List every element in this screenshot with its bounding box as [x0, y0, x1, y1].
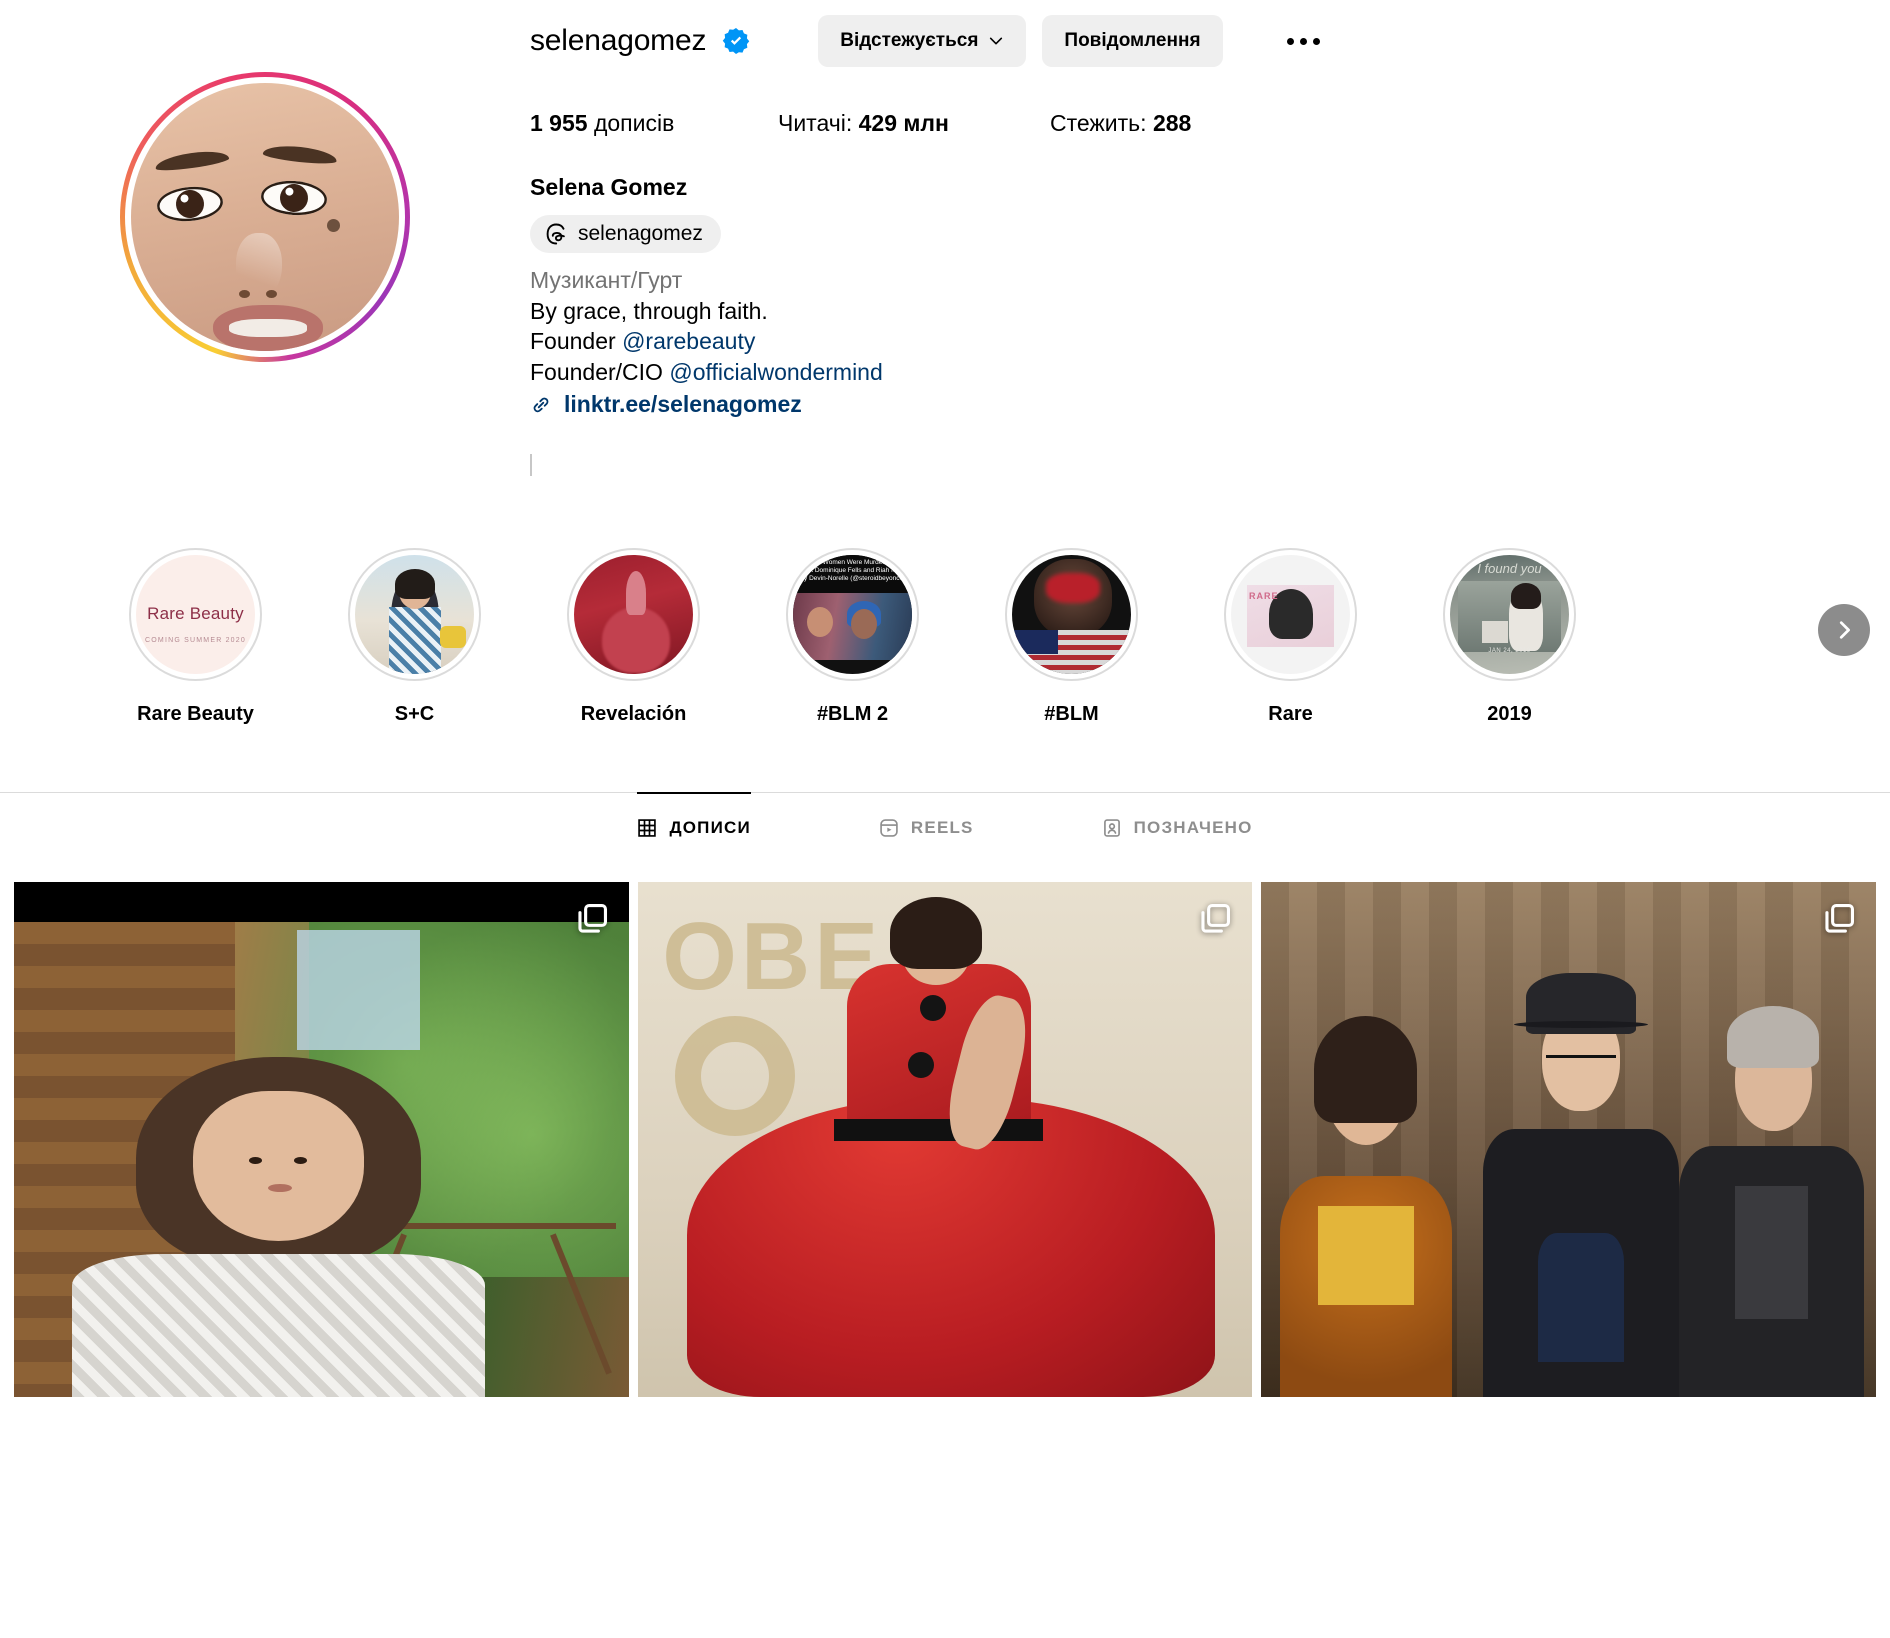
profile-avatar-story-ring[interactable] [120, 72, 410, 362]
highlight-thumb-caption: Rare Beauty [147, 604, 244, 624]
full-name: Selena Gomez [530, 174, 688, 200]
highlight-label: Rare [1268, 702, 1313, 725]
blm2-photo: 4 Trans Women Were Murdered This Week Do… [793, 554, 912, 674]
following-button-label: Відстежується [840, 30, 979, 51]
bio: Музикант/Гурт By grace, through faith. F… [530, 265, 1890, 420]
post-red-dress[interactable]: OBE [637, 881, 1253, 1397]
carousel-icon [1825, 903, 1855, 933]
highlight-blm-2[interactable]: 4 Trans Women Were Murdered This Week Do… [743, 547, 962, 726]
2019-photo: I found you JAN 24, 2019 [1450, 554, 1569, 674]
profile-tabs-container: ДОПИСИ REELS ПОЗНАЧЕНО [0, 791, 1890, 860]
tagged-person-icon [1103, 819, 1120, 837]
highlight-thumb-word: RARE [1249, 590, 1279, 601]
following-count: 288 [1152, 110, 1192, 136]
bio-line-3: Founder/CIO @officialwondermind [530, 357, 1890, 388]
bio-line-3-prefix: Founder/CIO [530, 358, 670, 385]
highlights-next-button[interactable] [1818, 603, 1870, 656]
highlight-ring: Rare Beauty COMING SUMMER 2020 [129, 547, 262, 681]
instagram-profile-page: selenagomez Відстежується Повідомлення 1… [0, 0, 1890, 1638]
tab-reels[interactable]: REELS [879, 792, 974, 860]
highlight-label: S+C [394, 702, 435, 725]
more-options-icon[interactable] [1277, 28, 1330, 55]
highlight-label: Revelación [580, 702, 687, 725]
posts-grid: OBE [0, 881, 1890, 1397]
highlight-overlay-text: 4 Trans Women Were Murdered This Week Do… [793, 554, 912, 595]
chevron-right-icon [1839, 621, 1850, 639]
profile-info: selenagomez Відстежується Повідомлення 1… [530, 0, 1890, 476]
followers-count: 429 млн [858, 110, 949, 136]
bio-line-2-prefix: Founder [530, 328, 623, 355]
tab-posts-label: ДОПИСИ [669, 817, 751, 837]
threads-icon [546, 223, 565, 245]
message-button-label: Повідомлення [1064, 30, 1201, 51]
post-cabin-selfie[interactable] [14, 881, 629, 1397]
highlight-ring: RARE [1224, 547, 1357, 681]
avatar-column [0, 0, 530, 476]
followers-label: Читачі: [778, 110, 853, 136]
text-cursor [530, 453, 532, 476]
highlight-thumb-date: JAN 24, 2019 [1488, 647, 1531, 654]
reels-icon [880, 819, 898, 837]
following-button[interactable]: Відстежується [818, 15, 1027, 67]
post-three-people[interactable] [1261, 881, 1877, 1397]
bio-mention-wondermind[interactable]: @officialwondermind [669, 359, 882, 385]
posts-label: дописів [593, 110, 675, 136]
followers-stat[interactable]: Читачі: 429 млн [778, 110, 1050, 137]
tab-reels-label: REELS [910, 817, 974, 837]
highlight-2019[interactable]: I found you JAN 24, 2019 2019 [1400, 547, 1619, 726]
link-chain-icon [533, 397, 549, 412]
highlight-label: #BLM 2 [816, 702, 889, 725]
bio-mention-rarebeauty[interactable]: @rarebeauty [622, 328, 755, 354]
grid-icon [638, 819, 657, 837]
carousel-icon [578, 903, 607, 933]
blm-flag-photo [1012, 554, 1131, 674]
highlight-revelacion[interactable]: Revelación [524, 547, 743, 726]
message-button[interactable]: Повідомлення [1042, 15, 1223, 67]
highlight-ring: 4 Trans Women Were Murdered This Week Do… [786, 547, 919, 681]
external-link-row[interactable]: linktr.ee/selenagomez [530, 389, 1890, 420]
selena-kitchen-photo [355, 554, 474, 674]
stats-row: 1 955 дописів Читачі: 429 млн Стежить: 2… [530, 110, 1890, 137]
highlight-thumb-script: I found you [1477, 560, 1542, 576]
username-row: selenagomez Відстежується Повідомлення [530, 10, 1890, 72]
threads-badge[interactable]: selenagomez [530, 215, 721, 253]
highlight-ring [1005, 547, 1138, 681]
tab-tagged-label: ПОЗНАЧЕНО [1133, 817, 1253, 837]
chevron-down-icon [990, 37, 1003, 45]
bio-line-1: By grace, through faith. [530, 297, 768, 324]
threads-handle: selenagomez [578, 222, 703, 245]
highlight-thumb-sub: COMING SUMMER 2020 [145, 636, 246, 644]
rare-album-photo: RARE [1231, 554, 1350, 674]
avatar-inner [125, 77, 405, 357]
profile-header: selenagomez Відстежується Повідомлення 1… [0, 0, 1890, 476]
tab-posts[interactable]: ДОПИСИ [637, 791, 751, 860]
bio-line-2: Founder @rarebeauty [530, 326, 1890, 357]
bio-category: Музикант/Гурт [530, 267, 683, 293]
highlight-label: 2019 [1487, 702, 1532, 725]
highlight-rare[interactable]: RARE Rare [1181, 547, 1400, 726]
highlight-sc[interactable]: S+C [305, 547, 524, 726]
highlight-label: Rare Beauty [137, 702, 254, 725]
tab-tagged[interactable]: ПОЗНАЧЕНО [1102, 792, 1253, 860]
external-link[interactable]: linktr.ee/selenagomez [564, 389, 802, 420]
highlight-ring [348, 547, 481, 681]
avatar [131, 83, 399, 351]
revelacion-red-photo [574, 554, 693, 674]
highlight-label: #BLM [1044, 702, 1099, 725]
following-label: Стежить: [1050, 110, 1147, 136]
posts-count: 1 955 [530, 110, 588, 136]
profile-tabs: ДОПИСИ REELS ПОЗНАЧЕНО [0, 791, 1890, 860]
highlight-rare-beauty[interactable]: Rare Beauty COMING SUMMER 2020 Rare Beau… [86, 547, 305, 726]
username[interactable]: selenagomez [530, 24, 706, 58]
rare-beauty-logo: Rare Beauty COMING SUMMER 2020 [136, 554, 255, 674]
carousel-icon [1201, 903, 1231, 933]
verified-badge-icon [723, 28, 750, 54]
highlight-ring: I found you JAN 24, 2019 [1443, 547, 1576, 681]
posts-stat: 1 955 дописів [530, 110, 778, 137]
highlight-blm[interactable]: #BLM [962, 547, 1181, 726]
story-highlights: Rare Beauty COMING SUMMER 2020 Rare Beau… [0, 547, 1890, 726]
following-stat[interactable]: Стежить: 288 [1050, 110, 1191, 137]
highlight-ring [567, 547, 700, 681]
